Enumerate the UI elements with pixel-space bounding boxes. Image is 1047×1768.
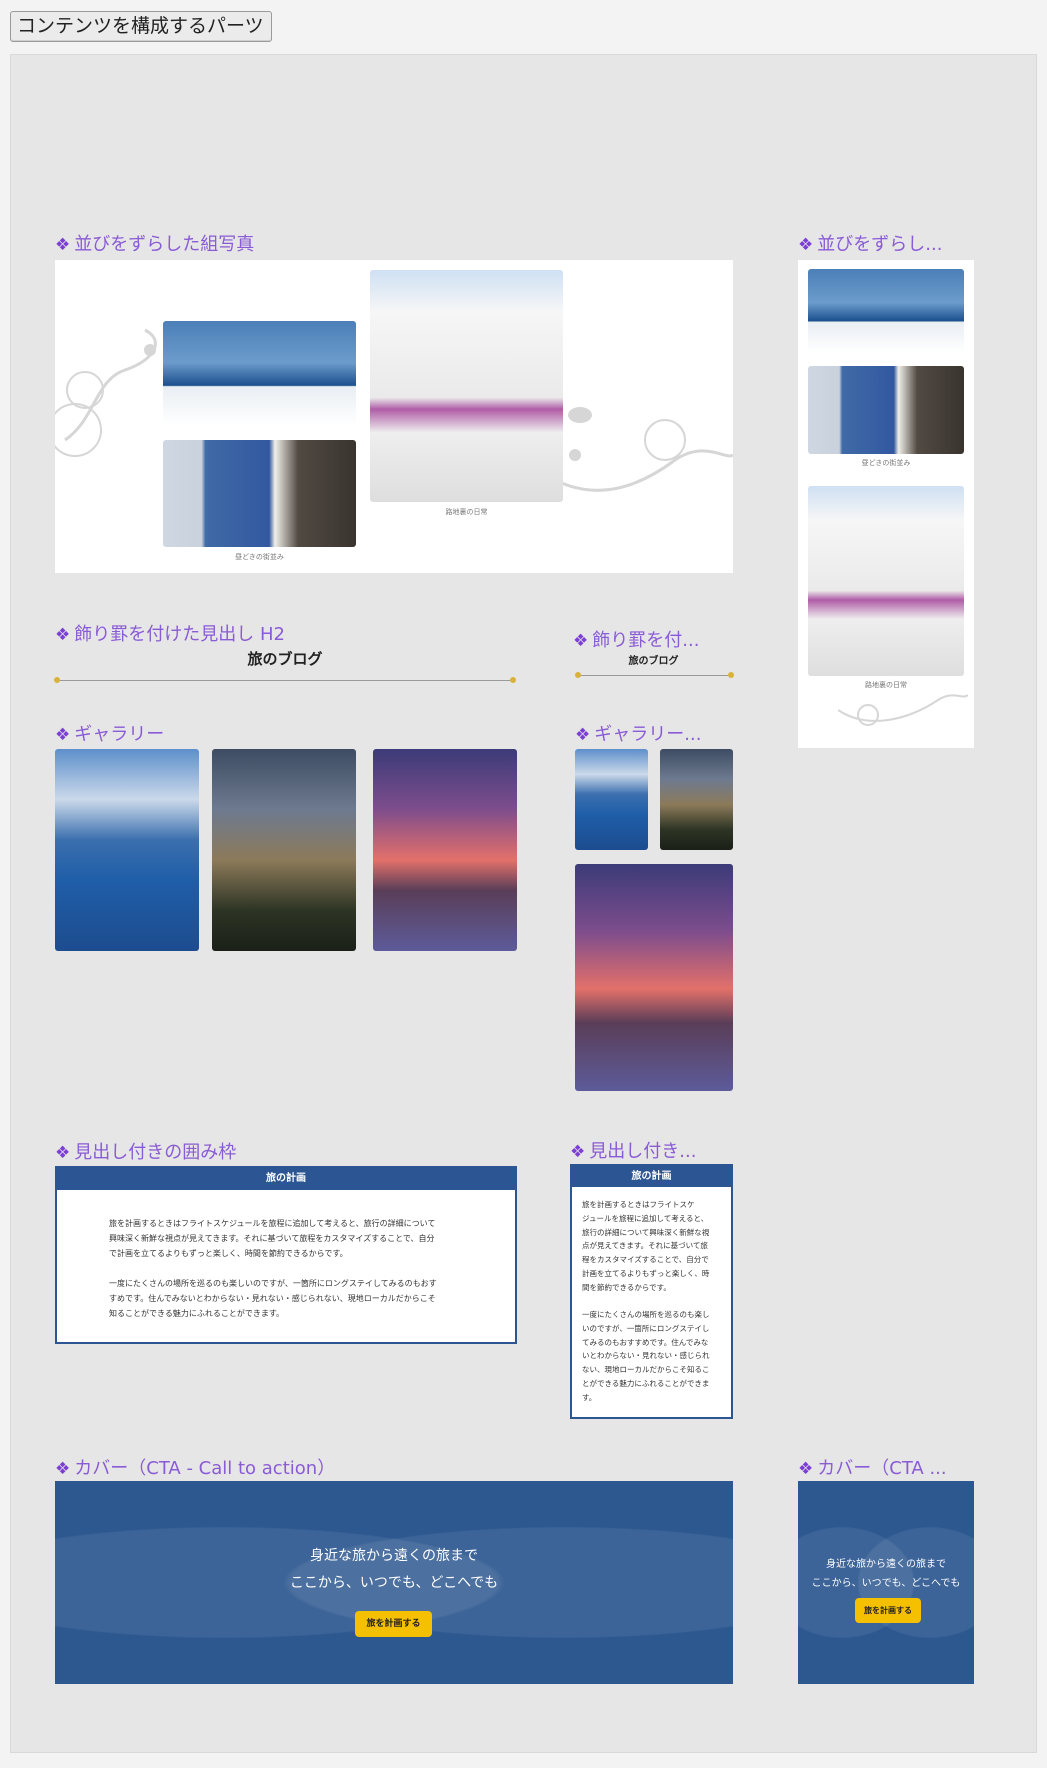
diamond-icon: ❖: [55, 625, 71, 645]
section-title-cta: ❖ カバー（CTA - Call to action）: [55, 1454, 335, 1480]
section-title-text: 飾り罫を付...: [592, 630, 700, 651]
section-title-text: 飾り罫を付けた見出し H2: [74, 624, 285, 645]
section-title-text: 見出し付き...: [589, 1141, 697, 1162]
photo-white-house: [808, 486, 964, 676]
rule-dot-right: [728, 672, 734, 678]
plan-trip-button[interactable]: 旅を計画する: [855, 1598, 921, 1623]
cta-line-1: 身近な旅から遠くの旅まで: [310, 1548, 478, 1564]
rule-dot-right: [510, 677, 516, 683]
photo-white-house: [370, 270, 563, 502]
gallery-photo-lighthouse[interactable]: [575, 864, 733, 1091]
box-paragraph-2: 一度にたくさんの場所を巡るのも楽し いのですが、一箇所にロングステイし てみるの…: [582, 1310, 710, 1402]
cta-line-2: ここから、いつでも、どこへでも: [811, 1578, 961, 1589]
content-parts-button[interactable]: コンテンツを構成するパーツ: [10, 11, 272, 42]
section-title-text: 並びをずらした組写真: [74, 234, 255, 255]
box-paragraph-2: 一度にたくさんの場所を巡るのも楽しいのですが、一箇所にロングステイしてみるのもお…: [109, 1279, 437, 1318]
floral-ornament-icon: [838, 694, 968, 726]
diamond-icon: ❖: [575, 725, 591, 745]
section-title-text: カバー（CTA ...: [817, 1458, 947, 1479]
diamond-icon: ❖: [570, 1142, 586, 1162]
gallery-photo-city[interactable]: [660, 749, 733, 850]
gallery-photo-santorini[interactable]: [55, 749, 199, 951]
section-title-box: ❖ 見出し付きの囲み枠: [55, 1138, 236, 1164]
section-title-photo-group-narrow: ❖ 並びをずらし...: [798, 230, 958, 256]
gallery-photo-santorini[interactable]: [575, 749, 648, 850]
gallery-photo-lighthouse[interactable]: [373, 749, 517, 951]
titled-box-narrow: 旅の計画 旅を計画するときはフライトスケ ジュールを旅程に追加して考えると、 旅…: [570, 1164, 733, 1419]
cta-line-2: ここから、いつでも、どこへでも: [289, 1575, 499, 1591]
photo-cat-door: [808, 366, 964, 454]
plan-trip-button[interactable]: 旅を計画する: [355, 1611, 432, 1637]
caption-house: 路地裏の日常: [445, 508, 488, 516]
gallery-photo-city[interactable]: [212, 749, 356, 951]
photo-group-wide: 昼どきの街並み 路地裏の日常: [55, 260, 733, 573]
titled-box: 旅の計画 旅を計画するときはフライトスケジュールを旅程に追加して考えると、旅行の…: [55, 1166, 517, 1344]
diamond-icon: ❖: [798, 1459, 814, 1479]
photo-cat-door: [163, 440, 356, 547]
diamond-icon: ❖: [798, 235, 814, 255]
diamond-icon: ❖: [573, 631, 589, 651]
photo-blue-dome: [163, 321, 356, 425]
box-paragraph-1: 旅を計画するときはフライトスケ ジュールを旅程に追加して考えると、 旅行の詳細に…: [582, 1200, 710, 1292]
blog-heading-narrow: 旅のブログ: [628, 656, 679, 667]
section-title-gallery-narrow: ❖ ギャラリー...: [575, 720, 740, 746]
heading-rule-narrow: [577, 675, 731, 676]
cta-line-1: 身近な旅から遠くの旅まで: [826, 1559, 946, 1570]
section-title-text: ギャラリー: [74, 724, 165, 745]
heading-rule: [55, 680, 515, 681]
section-title-heading-narrow: ❖ 飾り罫を付...: [573, 626, 738, 652]
diamond-icon: ❖: [55, 1143, 71, 1163]
rule-dot-left: [54, 677, 60, 683]
diamond-icon: ❖: [55, 235, 71, 255]
photo-blue-dome: [808, 269, 964, 353]
section-title-text: 見出し付きの囲み枠: [74, 1142, 237, 1163]
section-title-text: 並びをずらし...: [817, 234, 943, 255]
box-paragraph-1: 旅を計画するときはフライトスケジュールを旅程に追加して考えると、旅行の詳細につい…: [109, 1219, 436, 1258]
cta-cover-narrow: 身近な旅から遠くの旅まで ここから、いつでも、どこへでも 旅を計画する: [798, 1481, 974, 1684]
section-title-heading: ❖ 飾り罫を付けた見出し H2: [55, 620, 285, 646]
section-title-photo-group: ❖ 並びをずらした組写真: [55, 230, 254, 256]
diamond-icon: ❖: [55, 725, 71, 745]
caption-town: 昼どきの街並み: [861, 459, 911, 467]
section-title-cta-narrow: ❖ カバー（CTA ...: [798, 1454, 974, 1480]
rule-dot-left: [575, 672, 581, 678]
floral-ornament-icon: [55, 328, 157, 457]
bird-ornament-icon: [555, 407, 733, 492]
section-title-box-narrow: ❖ 見出し付き...: [570, 1137, 740, 1163]
caption-town: 昼どきの街並み: [235, 553, 284, 561]
box-heading: 旅の計画: [572, 1166, 731, 1187]
cta-cover: 身近な旅から遠くの旅まで ここから、いつでも、どこへでも 旅を計画する: [55, 1481, 733, 1684]
section-title-text: ギャラリー...: [594, 724, 702, 745]
section-title-text: カバー（CTA - Call to action）: [74, 1458, 336, 1479]
section-title-gallery: ❖ ギャラリー: [55, 720, 164, 746]
diamond-icon: ❖: [55, 1459, 71, 1479]
photo-group-narrow: 昼どきの街並み 路地裏の日常: [798, 260, 974, 748]
box-heading: 旅の計画: [57, 1168, 515, 1190]
blog-heading: 旅のブログ: [247, 650, 323, 668]
